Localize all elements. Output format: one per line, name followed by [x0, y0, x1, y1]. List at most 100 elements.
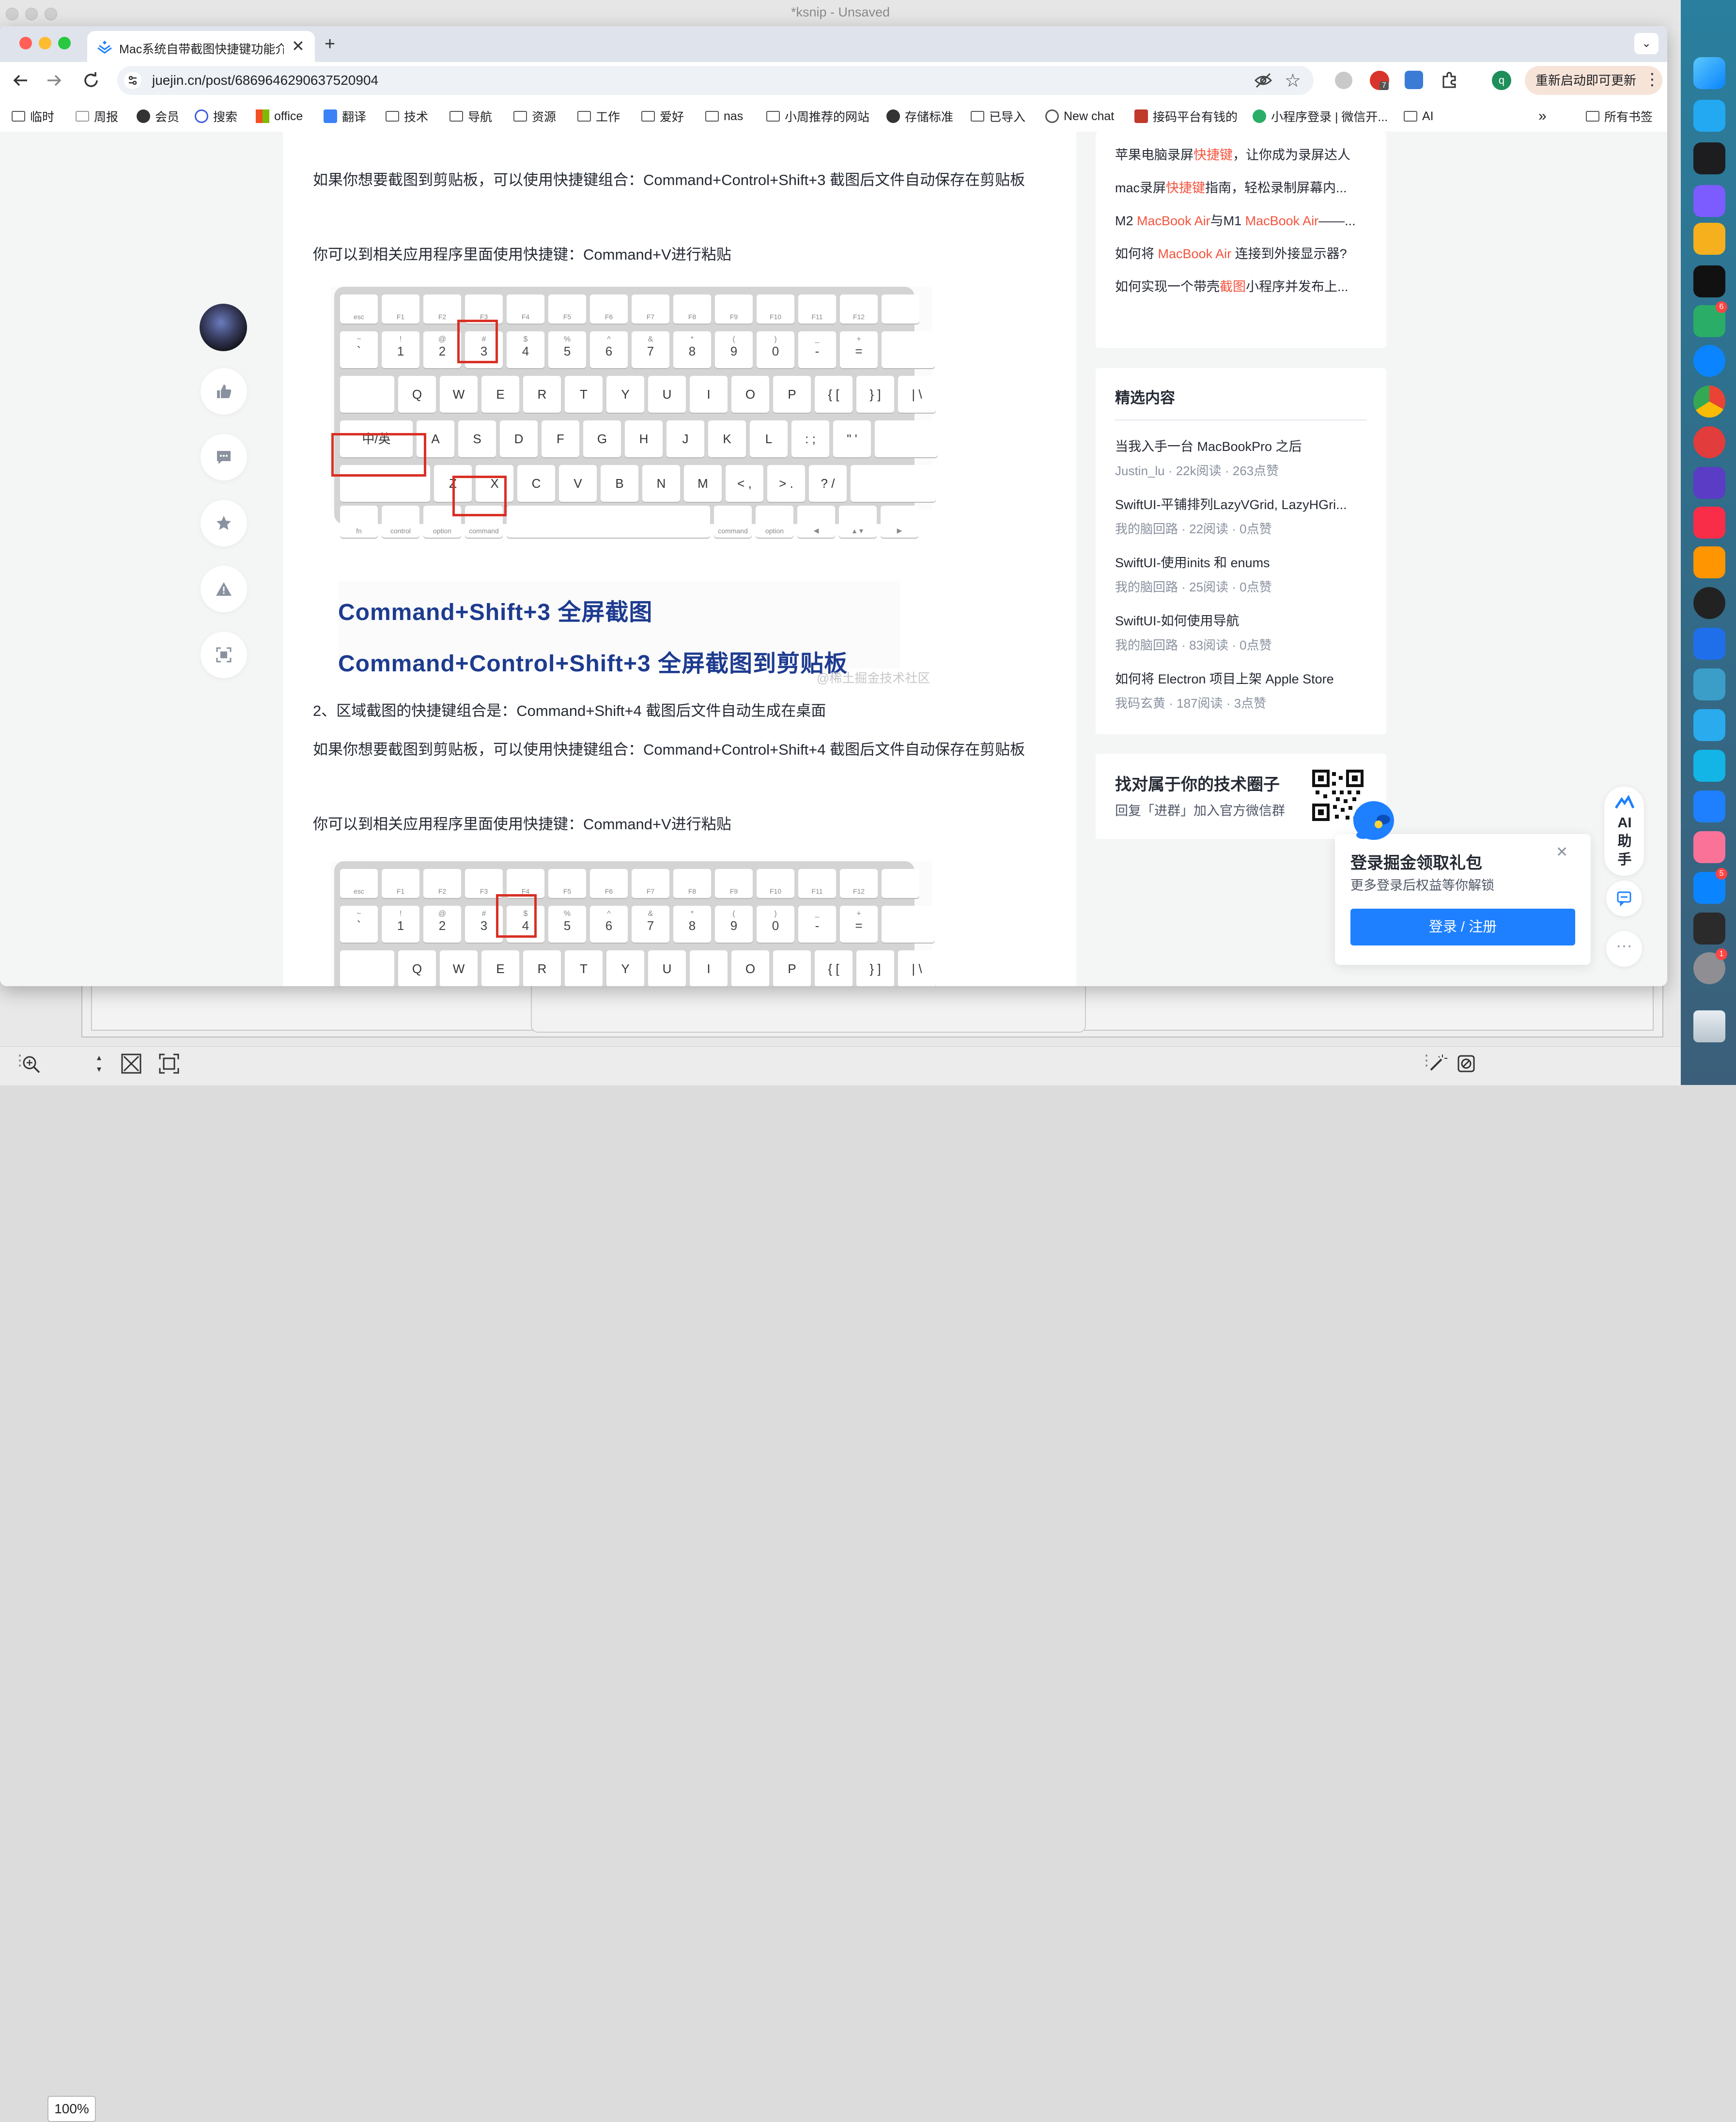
bookmark-item[interactable]: 会员: [137, 108, 179, 125]
extension-icon-1[interactable]: [1335, 72, 1352, 89]
site-info-icon[interactable]: [124, 72, 141, 89]
close-tab-icon[interactable]: ✕: [292, 37, 305, 55]
more-options-button[interactable]: ···: [1606, 931, 1642, 967]
actual-size-icon[interactable]: [158, 1053, 180, 1078]
relaunch-update-button[interactable]: 重新启动即可更新: [1525, 66, 1663, 95]
related-article-link[interactable]: 苹果电脑录屏快捷键，让你成为录屏达人: [1115, 144, 1377, 163]
bookmarks-overflow-button[interactable]: »: [1538, 108, 1547, 125]
system-settings-icon[interactable]: 1: [1693, 948, 1727, 984]
close-window-button[interactable]: [19, 37, 32, 49]
fullscreen-read-button[interactable]: [201, 632, 247, 678]
bookmark-item[interactable]: New chat: [1045, 108, 1114, 125]
featured-article-title[interactable]: 当我入手一台 MacBookPro 之后: [1115, 436, 1377, 455]
bookmark-item[interactable]: 周报: [76, 108, 118, 125]
report-button[interactable]: [201, 566, 247, 612]
new-tab-button[interactable]: +: [325, 34, 335, 55]
minimize-window-button[interactable]: [39, 37, 51, 49]
related-article-link[interactable]: 如何将 MacBook Air 连接到外接显示器?: [1115, 243, 1377, 262]
feedback-button[interactable]: [1606, 881, 1642, 916]
featured-article-title[interactable]: SwiftUI-如何使用导航: [1115, 610, 1377, 629]
featured-article-title[interactable]: 如何将 Electron 项目上架 Apple Store: [1115, 668, 1377, 687]
bilibili-icon[interactable]: [1693, 831, 1725, 863]
obsidian-icon[interactable]: [1693, 467, 1725, 499]
app-store-icon[interactable]: 5: [1693, 868, 1727, 904]
browser-menu-icon[interactable]: ⋮: [1644, 70, 1660, 89]
tech-circle-card[interactable]: 找对属于你的技术圈子 回复「进群」加入官方微信群: [1096, 754, 1386, 839]
netease-music-icon[interactable]: [1693, 426, 1725, 458]
all-bookmarks-button[interactable]: 所有书签: [1586, 108, 1653, 125]
comment-button[interactable]: [201, 434, 247, 480]
books-icon[interactable]: [1693, 546, 1725, 578]
zoom-stepper-arrows[interactable]: ▴ ▾: [97, 1052, 101, 1075]
terminal-icon[interactable]: [1693, 142, 1725, 174]
bookmark-item[interactable]: 小周推荐的网站: [766, 108, 869, 125]
bookmark-item[interactable]: 存储标准: [886, 108, 953, 125]
close-popup-icon[interactable]: ✕: [1556, 844, 1568, 861]
tab-search-button[interactable]: ⌄: [1634, 33, 1658, 54]
extensions-puzzle-icon[interactable]: [1440, 70, 1459, 93]
zoom-icon[interactable]: [21, 1054, 41, 1077]
vscode-icon[interactable]: [1693, 100, 1725, 132]
bookmark-item[interactable]: 技术: [386, 108, 428, 125]
bookmark-item[interactable]: nas: [705, 108, 743, 125]
featured-article-title[interactable]: SwiftUI-使用inits 和 enums: [1115, 552, 1377, 571]
video-player-icon[interactable]: [1693, 628, 1725, 660]
bookmark-item[interactable]: 临时: [12, 108, 54, 125]
related-article-link[interactable]: mac录屏快捷键指南，轻松录制屏幕内...: [1115, 177, 1377, 196]
bookmark-item[interactable]: 资源: [513, 108, 556, 125]
extension-icon-u[interactable]: [1405, 71, 1423, 89]
app-yellow-icon[interactable]: [1693, 223, 1725, 255]
related-article-link[interactable]: 如何实现一个带壳截图小程序并发布上...: [1115, 276, 1377, 295]
bookmark-item[interactable]: 已导入: [971, 108, 1025, 125]
finder-icon[interactable]: [1693, 57, 1725, 89]
eraser-icon[interactable]: [1457, 1054, 1475, 1076]
browser-blue-icon[interactable]: [1693, 345, 1725, 377]
comment-icon: [217, 451, 231, 464]
bookmark-item[interactable]: 小程序登录 | 微信开...: [1253, 108, 1388, 125]
tab-active[interactable]: Mac系统自带截图快捷键功能介 ✕: [87, 31, 315, 62]
trash-icon[interactable]: [1693, 1010, 1725, 1042]
author-avatar[interactable]: [200, 304, 247, 351]
reload-icon[interactable]: [81, 71, 101, 93]
bookmark-item[interactable]: 导航: [450, 108, 492, 125]
ai-assistant-button[interactable]: AI助手: [1604, 787, 1644, 876]
bookmark-item[interactable]: 工作: [577, 108, 620, 125]
chrome-icon[interactable]: [1693, 386, 1725, 418]
app-circle-icon[interactable]: [1693, 185, 1725, 217]
keyboard-key: [875, 420, 938, 457]
app-teal-icon[interactable]: [1693, 668, 1725, 700]
profile-avatar[interactable]: q: [1492, 71, 1511, 90]
omnibox[interactable]: juejin.cn/post/6869646290637520904 ☆: [117, 66, 1314, 95]
bookmark-item[interactable]: 爱好: [641, 108, 684, 125]
eye-off-icon[interactable]: [1254, 72, 1273, 92]
bookmark-star-icon[interactable]: ☆: [1285, 70, 1301, 92]
bookmark-item[interactable]: 搜索: [195, 108, 237, 125]
bookmark-item[interactable]: AI: [1404, 108, 1434, 125]
wechat-dock-icon[interactable]: 6: [1693, 301, 1727, 337]
related-article-link[interactable]: M2 MacBook Air与M1 MacBook Air——...: [1115, 210, 1377, 229]
page-content[interactable]: 如果你想要截图到剪贴板，可以使用快捷键组合：Command+Control+Sh…: [0, 132, 1667, 986]
fit-to-window-icon[interactable]: [120, 1053, 142, 1078]
bookmark-item[interactable]: 翻译: [324, 108, 366, 125]
iterm-icon[interactable]: [1693, 265, 1725, 297]
zoom-level-input[interactable]: 100%: [47, 2096, 96, 2122]
forward-icon[interactable]: [45, 71, 64, 93]
intellij-icon[interactable]: [1693, 913, 1725, 945]
like-button[interactable]: [201, 368, 247, 415]
featured-article-title[interactable]: SwiftUI-平铺排列LazyVGrid, LazyHGri...: [1115, 494, 1377, 513]
back-icon[interactable]: [11, 71, 30, 93]
magic-wand-icon[interactable]: [1428, 1053, 1447, 1076]
wizard-app-icon[interactable]: [1693, 587, 1725, 619]
music-icon[interactable]: [1693, 507, 1725, 539]
url-text[interactable]: juejin.cn/post/6869646290637520904: [152, 73, 378, 88]
ai-assistant-label: AI助手: [1617, 815, 1632, 867]
bookmark-item[interactable]: office: [256, 108, 303, 125]
cloud-app-icon[interactable]: [1693, 790, 1725, 822]
telegram-icon[interactable]: [1693, 709, 1725, 741]
adblock-extension-icon[interactable]: 7: [1370, 71, 1389, 90]
login-register-button[interactable]: 登录 / 注册: [1350, 909, 1575, 945]
app-cyan-icon[interactable]: [1693, 750, 1725, 782]
collect-button[interactable]: [201, 500, 247, 546]
fullscreen-window-button[interactable]: [58, 37, 71, 49]
bookmark-item[interactable]: 接码平台有钱的: [1134, 108, 1238, 125]
